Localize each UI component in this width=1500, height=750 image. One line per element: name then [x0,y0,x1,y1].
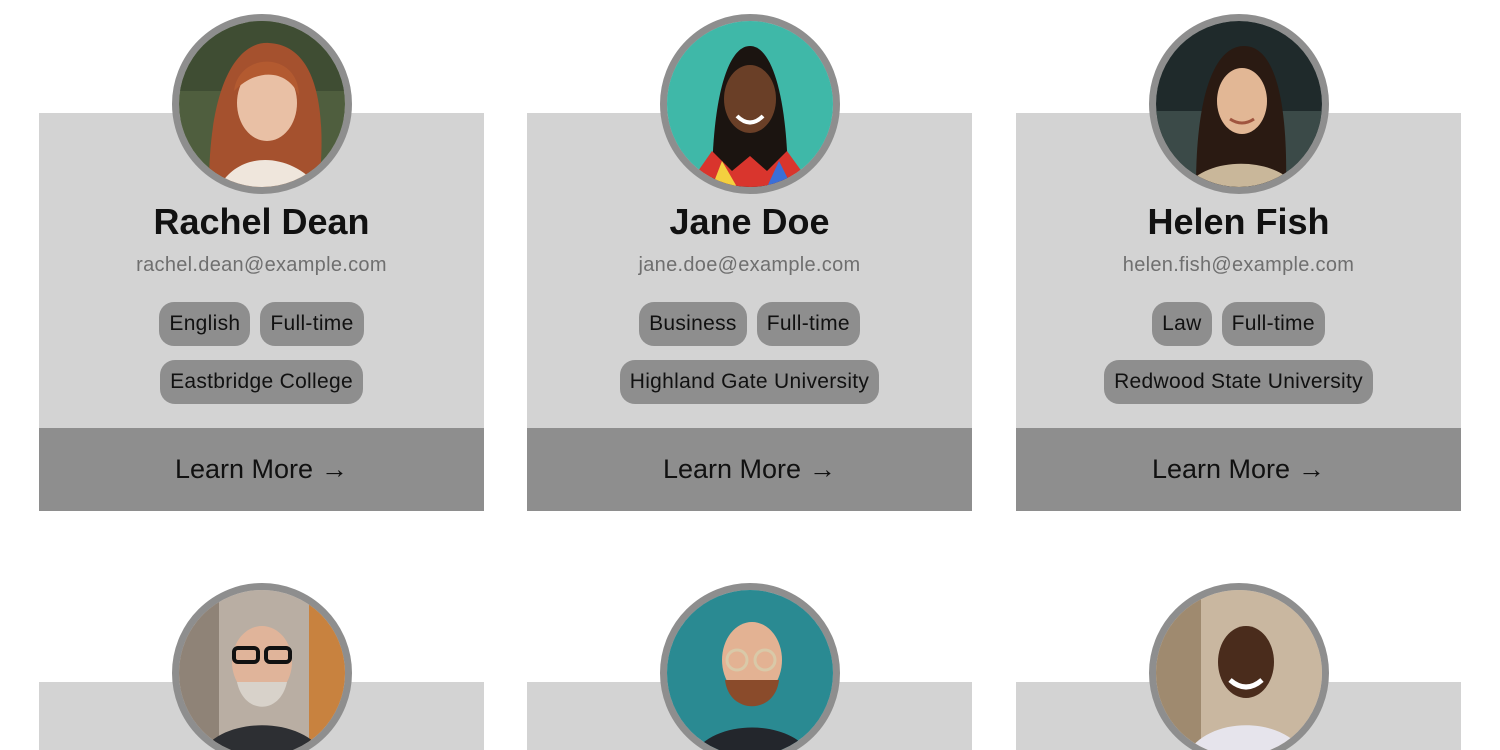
profile-email: helen.fish@example.com [1122,254,1355,276]
institution-tag: Redwood State University [1104,360,1373,404]
learn-more-label: Learn More [1151,454,1291,484]
profile-name: Helen Fish [1147,201,1330,242]
learn-more-button[interactable]: Learn More → [39,428,484,511]
profile-email: jane.doe@example.com [638,254,861,276]
learn-more-button[interactable]: Learn More → [1016,428,1461,511]
tag-row: Business Full-time [527,302,972,346]
avatar-photo [660,14,840,194]
avatar-photo [1149,14,1329,194]
avatar-photo [172,14,352,194]
tag-row: Highland Gate University [527,360,972,404]
learn-more-label: Learn More [174,454,314,484]
avatar-image [179,21,345,187]
arrow-right-icon: → [321,454,349,484]
tag-row: English Full-time [39,302,484,346]
profile-name: Jane Doe [669,201,830,242]
avatar-image [1156,590,1322,750]
avatar-photo [1149,583,1329,750]
avatar-image [667,21,833,187]
tag-row: Redwood State University [1016,360,1461,404]
arrow-right-icon: → [1298,454,1326,484]
profile-name: Rachel Dean [153,201,370,242]
employment-tag: Full-time [756,302,860,346]
learn-more-button[interactable]: Learn More → [527,428,972,511]
avatar-image [179,590,345,750]
avatar-image [667,590,833,750]
tag-row: Eastbridge College [39,360,484,404]
employment-tag: Full-time [260,302,364,346]
avatar-image [1156,21,1322,187]
subject-tag: English [159,302,251,346]
avatar-photo [660,583,840,750]
tag-row: Law Full-time [1016,302,1461,346]
employment-tag: Full-time [1221,302,1325,346]
subject-tag: Business [639,302,747,346]
arrow-right-icon: → [809,454,837,484]
subject-tag: Law [1152,302,1212,346]
avatar-photo [172,583,352,750]
profile-card-grid: Rachel Dean rachel.dean@example.com Engl… [0,0,1500,750]
learn-more-label: Learn More [662,454,802,484]
profile-email: rachel.dean@example.com [136,254,387,276]
institution-tag: Eastbridge College [160,360,363,404]
institution-tag: Highland Gate University [619,360,880,404]
